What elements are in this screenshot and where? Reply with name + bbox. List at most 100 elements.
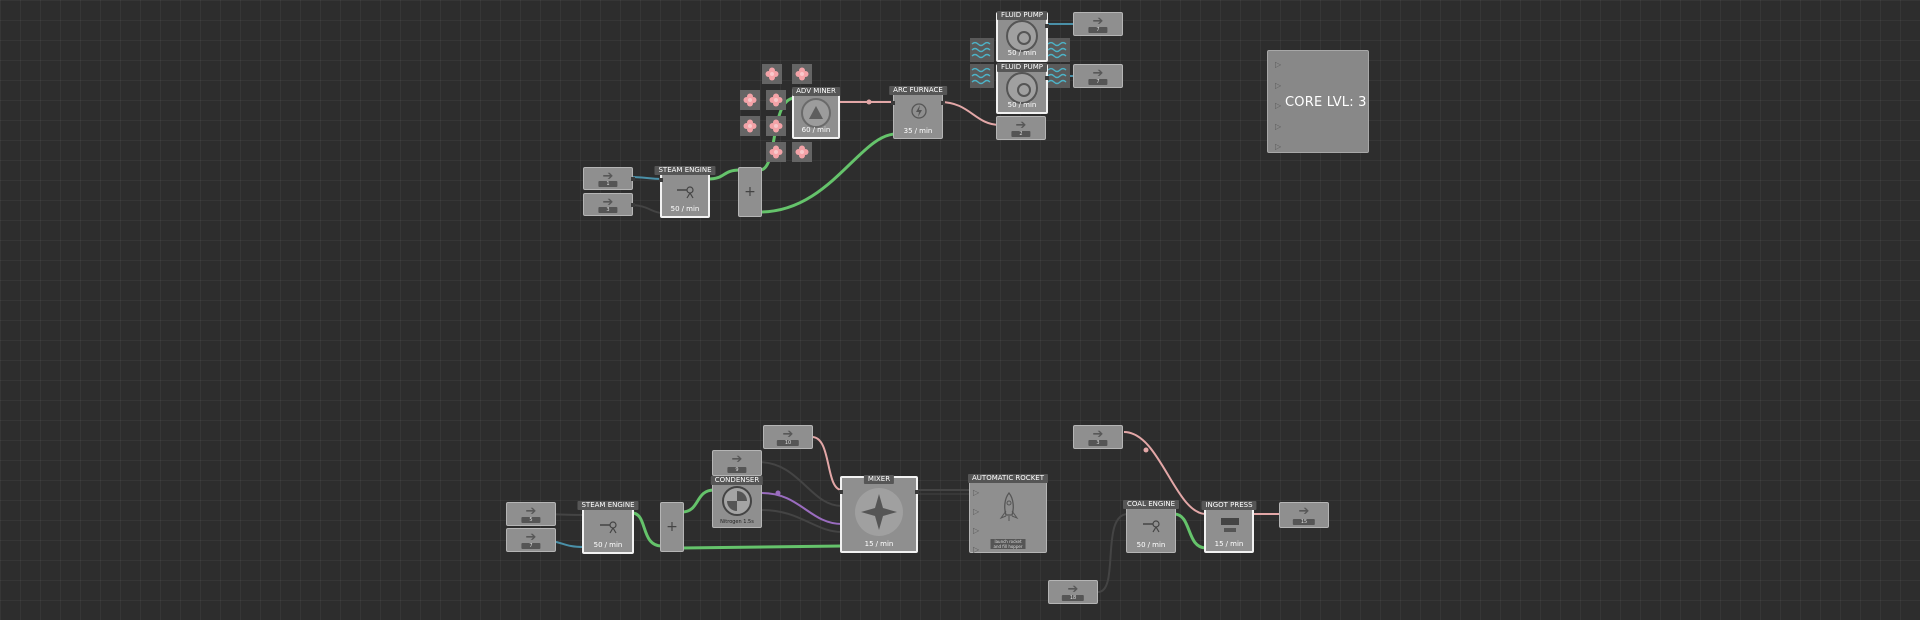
pump-wheel-icon [1006, 20, 1038, 52]
power-link[interactable] [681, 544, 843, 550]
source-node-bottom-a[interactable]: ➔ 5 [506, 502, 556, 526]
output-node-pump-1[interactable]: ➔ 7 [1073, 12, 1123, 36]
rate-label: 50/ min [998, 101, 1046, 109]
source-node-bottom-e[interactable]: ➔ 3 [1073, 425, 1123, 449]
mixer-node[interactable]: MIXER 15/ min [839, 475, 919, 553]
output-count: 15 [1292, 519, 1316, 525]
rate-value: 50 [1007, 101, 1017, 109]
flower-ore-icon [769, 119, 783, 133]
triangle-miner-icon [801, 98, 831, 128]
automatic-rocket-node[interactable]: AUTOMATIC ROCKET ▷ ▷ ▷ ▷ launch rocket a… [968, 474, 1048, 554]
link-junction [1143, 447, 1149, 453]
steam-engine-node-top[interactable]: STEAM ENGINE 50/ min [654, 166, 716, 218]
water-tile [1046, 64, 1070, 88]
ore-tile [740, 116, 760, 136]
node-title: COAL ENGINE [1123, 500, 1179, 509]
item-link[interactable] [1097, 513, 1129, 593]
output-port[interactable] [915, 490, 919, 494]
source-count: 3 [1088, 440, 1108, 446]
power-link[interactable] [1173, 512, 1207, 550]
source-node-bottom-f[interactable]: ➔ 18 [1048, 580, 1098, 604]
output-port[interactable] [1045, 76, 1049, 80]
link-junction [866, 99, 872, 105]
output-port[interactable] [1045, 24, 1049, 28]
node-title: ARC FURNACE [889, 86, 947, 95]
input-port[interactable] [891, 101, 895, 105]
flower-ore-icon [769, 93, 783, 107]
power-link[interactable] [631, 511, 663, 548]
core-input-arrow[interactable]: ▷ [1275, 117, 1281, 138]
rate-label: 50/ min [998, 49, 1046, 57]
steam-cog-icon [1143, 520, 1160, 533]
node-title: STEAM ENGINE [577, 501, 639, 510]
flower-ore-icon [743, 93, 757, 107]
rate-unit: / min [1018, 49, 1037, 57]
core-input-list: ▷ ▷ ▷ ▷ ▷ [1275, 55, 1281, 158]
adv-miner-node[interactable]: ADV MINER 60/ min [792, 87, 840, 139]
output-port[interactable] [941, 101, 945, 105]
water-tile [970, 38, 994, 62]
core-input-arrow[interactable]: ▷ [1275, 137, 1281, 158]
source-node-top-a[interactable]: ➔ 1 [583, 167, 635, 190]
node-title: MIXER [863, 475, 895, 484]
ore-link[interactable] [811, 436, 843, 491]
output-port[interactable] [631, 203, 635, 207]
item-link[interactable] [761, 509, 843, 533]
core-node[interactable]: ▷ ▷ ▷ ▷ ▷ CORE LVL: 3 [1267, 50, 1369, 153]
core-input-arrow[interactable]: ▷ [1275, 96, 1281, 117]
ore-tile [792, 64, 812, 84]
rate-unit: / min [875, 540, 894, 548]
power-link[interactable] [681, 488, 715, 514]
ore-tile [792, 142, 812, 162]
splitter-node-bottom[interactable]: + [660, 502, 684, 552]
source-count: 10 [776, 440, 800, 446]
rocket-input-list: ▷ ▷ ▷ ▷ [973, 483, 979, 559]
flower-ore-icon [765, 67, 779, 81]
coal-engine-node[interactable]: COAL ENGINE 50/ min [1123, 500, 1179, 553]
arc-furnace-node[interactable]: ARC FURNACE 35/ min [889, 86, 947, 139]
plus-icon: + [666, 519, 678, 535]
core-input-arrow[interactable]: ▷ [1275, 55, 1281, 76]
output-node-furnace[interactable]: ➔ 2 [996, 116, 1046, 140]
arrow-right-icon: ➔ [731, 452, 743, 467]
output-node-bottom[interactable]: ➔ 15 [1279, 502, 1329, 528]
rate-value: 15 [864, 540, 874, 548]
furnace-press-icon [1221, 518, 1239, 532]
node-title: FLUID PUMP [997, 11, 1047, 20]
output-node-pump-2[interactable]: ➔ 7 [1073, 64, 1123, 88]
steam-engine-node-bottom[interactable]: STEAM ENGINE 50/ min [577, 501, 639, 554]
node-title: FLUID PUMP [997, 63, 1047, 72]
ore-tile [740, 90, 760, 110]
node-title: ADV MINER [792, 87, 840, 96]
flower-ore-icon [795, 145, 809, 159]
fluid-pump-node-1[interactable]: FLUID PUMP 50/ min [996, 11, 1049, 62]
source-count: 7 [521, 543, 541, 549]
source-node-bottom-b[interactable]: ➔ 7 [506, 528, 556, 552]
rocket-input-arrow[interactable]: ▷ [973, 540, 979, 559]
splitter-node-top[interactable]: + [738, 167, 762, 217]
rate-unit: / min [812, 126, 831, 134]
ore-link[interactable] [939, 101, 1001, 126]
factory-canvas[interactable]: ➔ 1 ➔ 3 STEAM ENGINE 50/ min + ADV MINER… [0, 0, 1920, 620]
water-tile [1046, 38, 1070, 62]
rocket-input-arrow[interactable]: ▷ [973, 502, 979, 521]
condenser-node[interactable]: CONDENSER Nitrogen 1.5s [710, 476, 764, 528]
rocket-input-arrow[interactable]: ▷ [973, 521, 979, 540]
fluid-pump-node-2[interactable]: FLUID PUMP 50/ min [996, 63, 1049, 114]
source-count: 1 [598, 181, 618, 187]
output-port[interactable] [631, 177, 635, 181]
source-count: 5 [521, 517, 541, 523]
rate-unit: / min [604, 541, 623, 549]
ingot-press-node[interactable]: INGOT PRESS 15/ min [1201, 501, 1257, 553]
source-node-bottom-c[interactable]: ➔ 9 [712, 450, 762, 476]
output-count: 7 [1088, 27, 1108, 33]
core-input-arrow[interactable]: ▷ [1275, 76, 1281, 97]
input-port[interactable] [839, 490, 843, 494]
source-node-top-b[interactable]: ➔ 3 [583, 193, 635, 216]
input-port[interactable] [659, 178, 663, 182]
output-count: 7 [1088, 79, 1108, 85]
rate-value: 60 [801, 126, 811, 134]
rocket-input-arrow[interactable]: ▷ [973, 483, 979, 502]
source-node-bottom-d[interactable]: ➔ 10 [763, 425, 813, 449]
rate-value: 50 [1136, 541, 1146, 549]
